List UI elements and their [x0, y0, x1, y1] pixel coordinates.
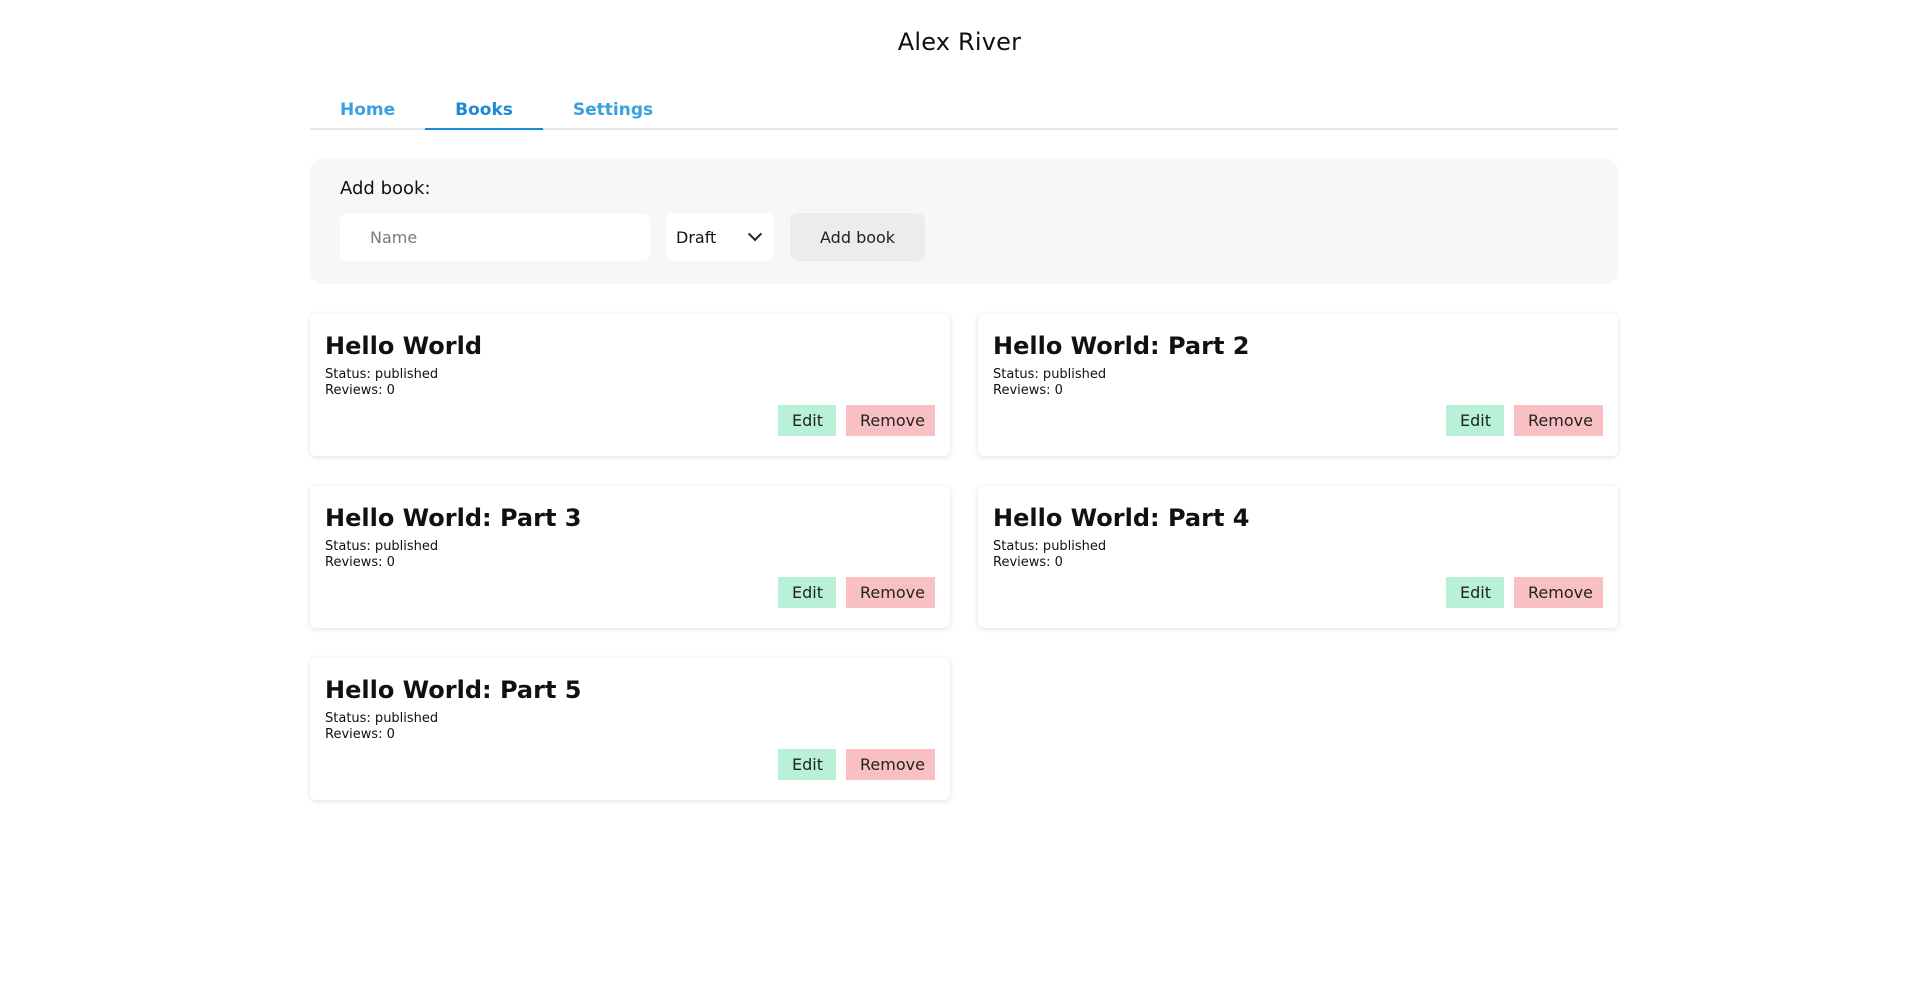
- book-title: Hello World: Part 5: [325, 676, 582, 704]
- remove-button[interactable]: Remove: [1514, 405, 1603, 436]
- book-reviews: Reviews: 0: [325, 554, 395, 570]
- book-reviews: Reviews: 0: [325, 382, 395, 398]
- book-title: Hello World: [325, 332, 483, 360]
- book-actions: Edit Remove: [778, 577, 935, 608]
- add-book-row: Draft Add book: [340, 213, 1588, 261]
- book-title: Hello World: Part 3: [325, 504, 582, 532]
- book-status: Status: published: [325, 538, 439, 554]
- add-book-label: Add book:: [340, 178, 431, 199]
- add-book-button[interactable]: Add book: [790, 213, 926, 261]
- edit-button[interactable]: Edit: [778, 577, 836, 608]
- book-name-input[interactable]: [340, 213, 650, 261]
- book-status: Status: published: [993, 538, 1107, 554]
- edit-button[interactable]: Edit: [1446, 577, 1504, 608]
- book-card: Hello World: Part 4 Status: published Re…: [978, 486, 1618, 628]
- remove-button[interactable]: Remove: [846, 749, 935, 780]
- book-card: Hello World: Part 5 Status: published Re…: [310, 658, 950, 800]
- edit-button[interactable]: Edit: [778, 749, 836, 780]
- book-list: Hello World Status: published Reviews: 0…: [310, 314, 1618, 800]
- tab-books[interactable]: Books: [425, 92, 543, 130]
- status-select[interactable]: Draft: [666, 213, 774, 261]
- book-actions: Edit Remove: [778, 405, 935, 436]
- book-reviews: Reviews: 0: [325, 726, 395, 742]
- add-book-panel: Add book: Draft Add book: [310, 158, 1618, 284]
- book-title: Hello World: Part 2: [993, 332, 1250, 360]
- book-reviews: Reviews: 0: [993, 382, 1063, 398]
- book-card: Hello World Status: published Reviews: 0…: [310, 314, 950, 456]
- book-title: Hello World: Part 4: [993, 504, 1250, 532]
- edit-button[interactable]: Edit: [1446, 405, 1504, 436]
- tab-settings[interactable]: Settings: [543, 92, 683, 128]
- edit-button[interactable]: Edit: [778, 405, 836, 436]
- remove-button[interactable]: Remove: [846, 577, 935, 608]
- book-status: Status: published: [325, 366, 439, 382]
- tab-home[interactable]: Home: [310, 92, 425, 128]
- book-reviews: Reviews: 0: [993, 554, 1063, 570]
- page-title: Alex River: [897, 28, 1022, 56]
- chevron-down-icon: [747, 227, 763, 242]
- book-actions: Edit Remove: [1446, 577, 1603, 608]
- book-status: Status: published: [993, 366, 1107, 382]
- book-card: Hello World: Part 3 Status: published Re…: [310, 486, 950, 628]
- status-select-value: Draft: [676, 227, 717, 247]
- book-status: Status: published: [325, 710, 439, 726]
- tab-bar: Home Books Settings: [310, 92, 1618, 130]
- book-actions: Edit Remove: [1446, 405, 1603, 436]
- remove-button[interactable]: Remove: [846, 405, 935, 436]
- remove-button[interactable]: Remove: [1514, 577, 1603, 608]
- page: Alex River Home Books Settings Add book:…: [0, 0, 1919, 1008]
- book-card: Hello World: Part 2 Status: published Re…: [978, 314, 1618, 456]
- book-actions: Edit Remove: [778, 749, 935, 780]
